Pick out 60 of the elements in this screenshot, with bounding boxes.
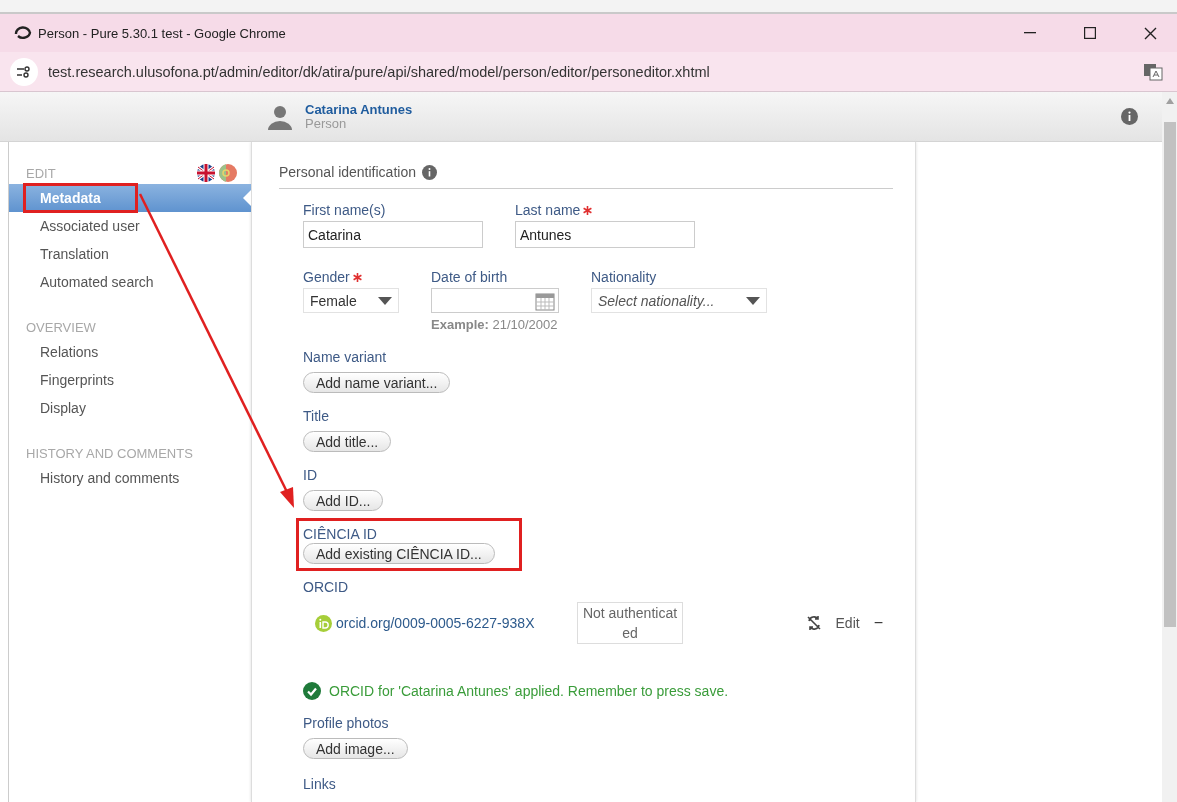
remove-button[interactable]: −	[873, 614, 883, 632]
field-label: Links	[303, 775, 336, 793]
person-name: Catarina Antunes	[305, 102, 414, 117]
add-button[interactable]: Add title...	[303, 431, 392, 452]
caret-icon	[746, 296, 760, 305]
status-label: Not authenticated	[577, 602, 683, 644]
add-button[interactable]: Add existing CIÊNCIA ID...	[303, 543, 495, 564]
field-label: Name variant	[303, 348, 387, 366]
field-label: ORCID	[303, 578, 349, 596]
nav-item[interactable]: Fingerprints	[9, 366, 251, 394]
selection-pointer-icon	[243, 190, 251, 206]
window-title: Person - Pure 5.30.1 test - Google Chrome	[38, 25, 287, 41]
field-label: CIÊNCIA ID	[303, 525, 377, 543]
select-field[interactable]: Select nationality...	[591, 288, 767, 313]
field-label: Title	[303, 407, 329, 425]
maximize-button[interactable]	[1084, 27, 1096, 39]
field-label: Date of birth	[431, 268, 508, 286]
sync-disabled-icon	[805, 615, 822, 631]
field-label: Gender	[303, 268, 350, 286]
close-button[interactable]	[1143, 26, 1157, 40]
nav-section-title: HISTORY AND COMMENTS	[26, 445, 193, 461]
info-icon	[1121, 108, 1138, 125]
select-field[interactable]: Female	[303, 288, 399, 313]
field-label: Profile photos	[303, 714, 389, 732]
text-field[interactable]: Catarina	[303, 221, 483, 248]
field-label: Nationality	[591, 268, 657, 286]
date-field[interactable]	[431, 288, 559, 313]
field-label: ID	[303, 466, 317, 484]
nav-section-title: EDIT	[26, 165, 56, 181]
check-circle-icon	[303, 682, 321, 700]
nav-item[interactable]: Translation	[9, 240, 251, 268]
calendar-icon	[535, 290, 555, 311]
nav-item[interactable]: Display	[9, 394, 251, 422]
translate-icon	[1143, 62, 1163, 81]
person-icon	[267, 103, 293, 130]
orcid-icon	[315, 614, 332, 632]
section-title: Personal identification	[279, 164, 416, 180]
nav-item[interactable]: Automated search	[9, 268, 251, 296]
minimize-button[interactable]	[1024, 32, 1036, 34]
nav-item[interactable]: Relations	[9, 338, 251, 366]
date-hint: Example: 21/10/2002	[431, 317, 559, 332]
portugal-flag-icon	[219, 164, 237, 182]
record-type: Person	[305, 116, 348, 131]
orcid-link[interactable]: orcid.org/0009-0005-6227-938X	[332, 613, 557, 633]
text-field[interactable]: Antunes	[515, 221, 695, 248]
site-info-icon[interactable]	[10, 57, 38, 86]
add-button[interactable]: Add ID...	[303, 490, 384, 511]
app-logo-icon	[14, 26, 32, 40]
caret-icon	[378, 296, 392, 305]
field-label: First name(s)	[303, 201, 386, 219]
add-button[interactable]: Add image...	[303, 738, 408, 759]
field-label: Last name	[515, 201, 581, 219]
nav-section-title: OVERVIEW	[26, 319, 96, 335]
scrollbar[interactable]	[1162, 92, 1177, 802]
info-icon	[422, 164, 437, 180]
nav-item[interactable]: History and comments	[9, 464, 251, 492]
add-button[interactable]: Add name variant...	[303, 372, 451, 393]
success-message: ORCID for 'Catarina Antunes' applied. Remember to press save.	[329, 683, 729, 699]
edit-link[interactable]: Edit	[835, 615, 860, 631]
nav-item[interactable]: Associated user	[9, 212, 251, 240]
